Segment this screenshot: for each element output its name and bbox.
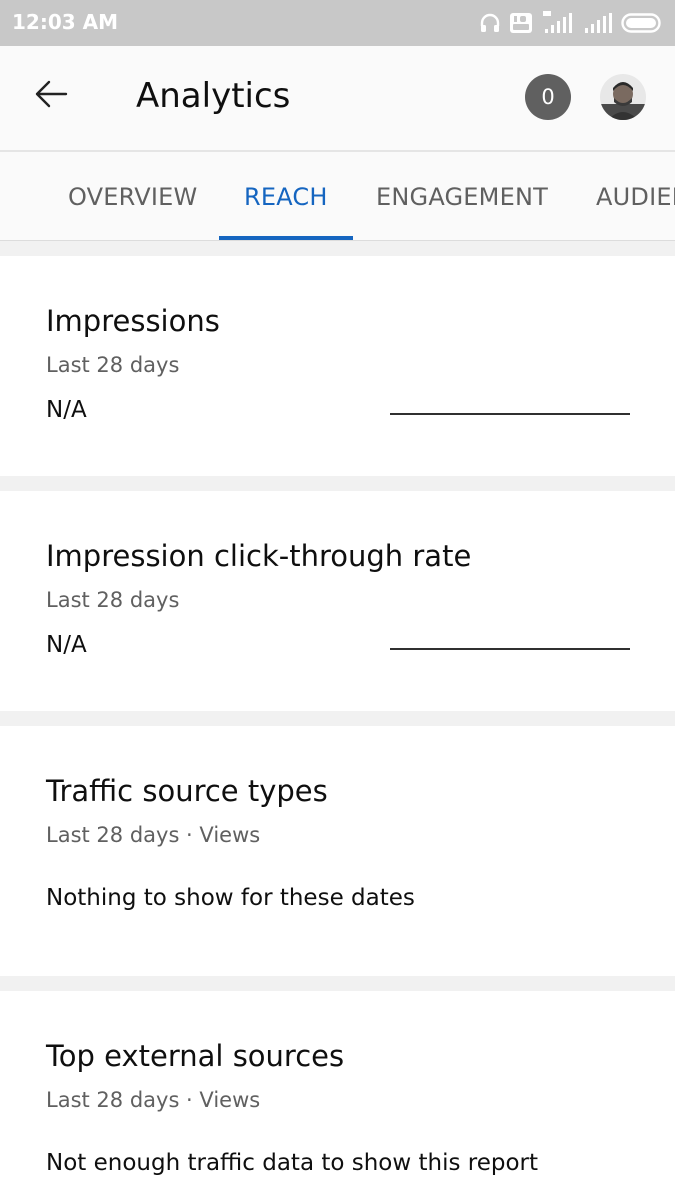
app-bar: Analytics 0 xyxy=(0,46,675,152)
section-divider xyxy=(0,476,675,491)
tab-overview[interactable]: OVERVIEW xyxy=(68,152,197,240)
traffic-sources-message: Nothing to show for these dates xyxy=(46,885,415,911)
battery-icon xyxy=(621,12,663,34)
traffic-sources-card[interactable]: Traffic source types Last 28 days · View… xyxy=(0,726,675,976)
section-divider xyxy=(0,711,675,726)
tab-bar: OVERVIEW REACH ENGAGEMENT AUDIENCE xyxy=(0,152,675,241)
impressions-value: N/A xyxy=(46,397,87,423)
ctr-subtitle: Last 28 days xyxy=(46,588,180,612)
external-sources-subtitle: Last 28 days · Views xyxy=(46,1088,261,1112)
tab-engagement[interactable]: ENGAGEMENT xyxy=(376,152,548,240)
impressions-card[interactable]: Impressions Last 28 days N/A xyxy=(0,256,675,476)
external-sources-message: Not enough traffic data to show this rep… xyxy=(46,1150,539,1176)
traffic-sources-title: Traffic source types xyxy=(46,774,328,808)
volte-icon xyxy=(509,12,533,34)
section-divider xyxy=(0,976,675,991)
notification-count-badge[interactable]: 0 xyxy=(525,74,571,120)
status-time: 12:03 AM xyxy=(12,10,119,34)
signal-4g-icon xyxy=(541,11,575,35)
back-button[interactable] xyxy=(26,74,76,118)
section-divider xyxy=(0,241,675,256)
tab-reach[interactable]: REACH xyxy=(244,152,328,240)
external-sources-title: Top external sources xyxy=(46,1039,345,1073)
headset-icon xyxy=(479,12,501,34)
ctr-sparkline xyxy=(390,648,630,650)
traffic-sources-subtitle: Last 28 days · Views xyxy=(46,823,261,847)
ctr-card[interactable]: Impression click-through rate Last 28 da… xyxy=(0,491,675,711)
status-bar: 12:03 AM xyxy=(0,0,675,46)
impressions-title: Impressions xyxy=(46,304,220,338)
avatar[interactable] xyxy=(600,74,646,120)
ctr-value: N/A xyxy=(46,632,87,658)
impressions-subtitle: Last 28 days xyxy=(46,353,180,377)
impressions-sparkline xyxy=(390,413,630,415)
page-title: Analytics xyxy=(136,76,291,116)
ctr-title: Impression click-through rate xyxy=(46,539,472,573)
status-icons xyxy=(479,10,663,36)
signal-icon xyxy=(583,12,613,34)
notification-count: 0 xyxy=(541,85,555,109)
external-sources-card[interactable]: Top external sources Last 28 days · View… xyxy=(0,991,675,1200)
arrow-left-icon xyxy=(34,79,68,113)
tab-audience[interactable]: AUDIENCE xyxy=(596,152,675,240)
active-tab-indicator xyxy=(219,236,353,240)
